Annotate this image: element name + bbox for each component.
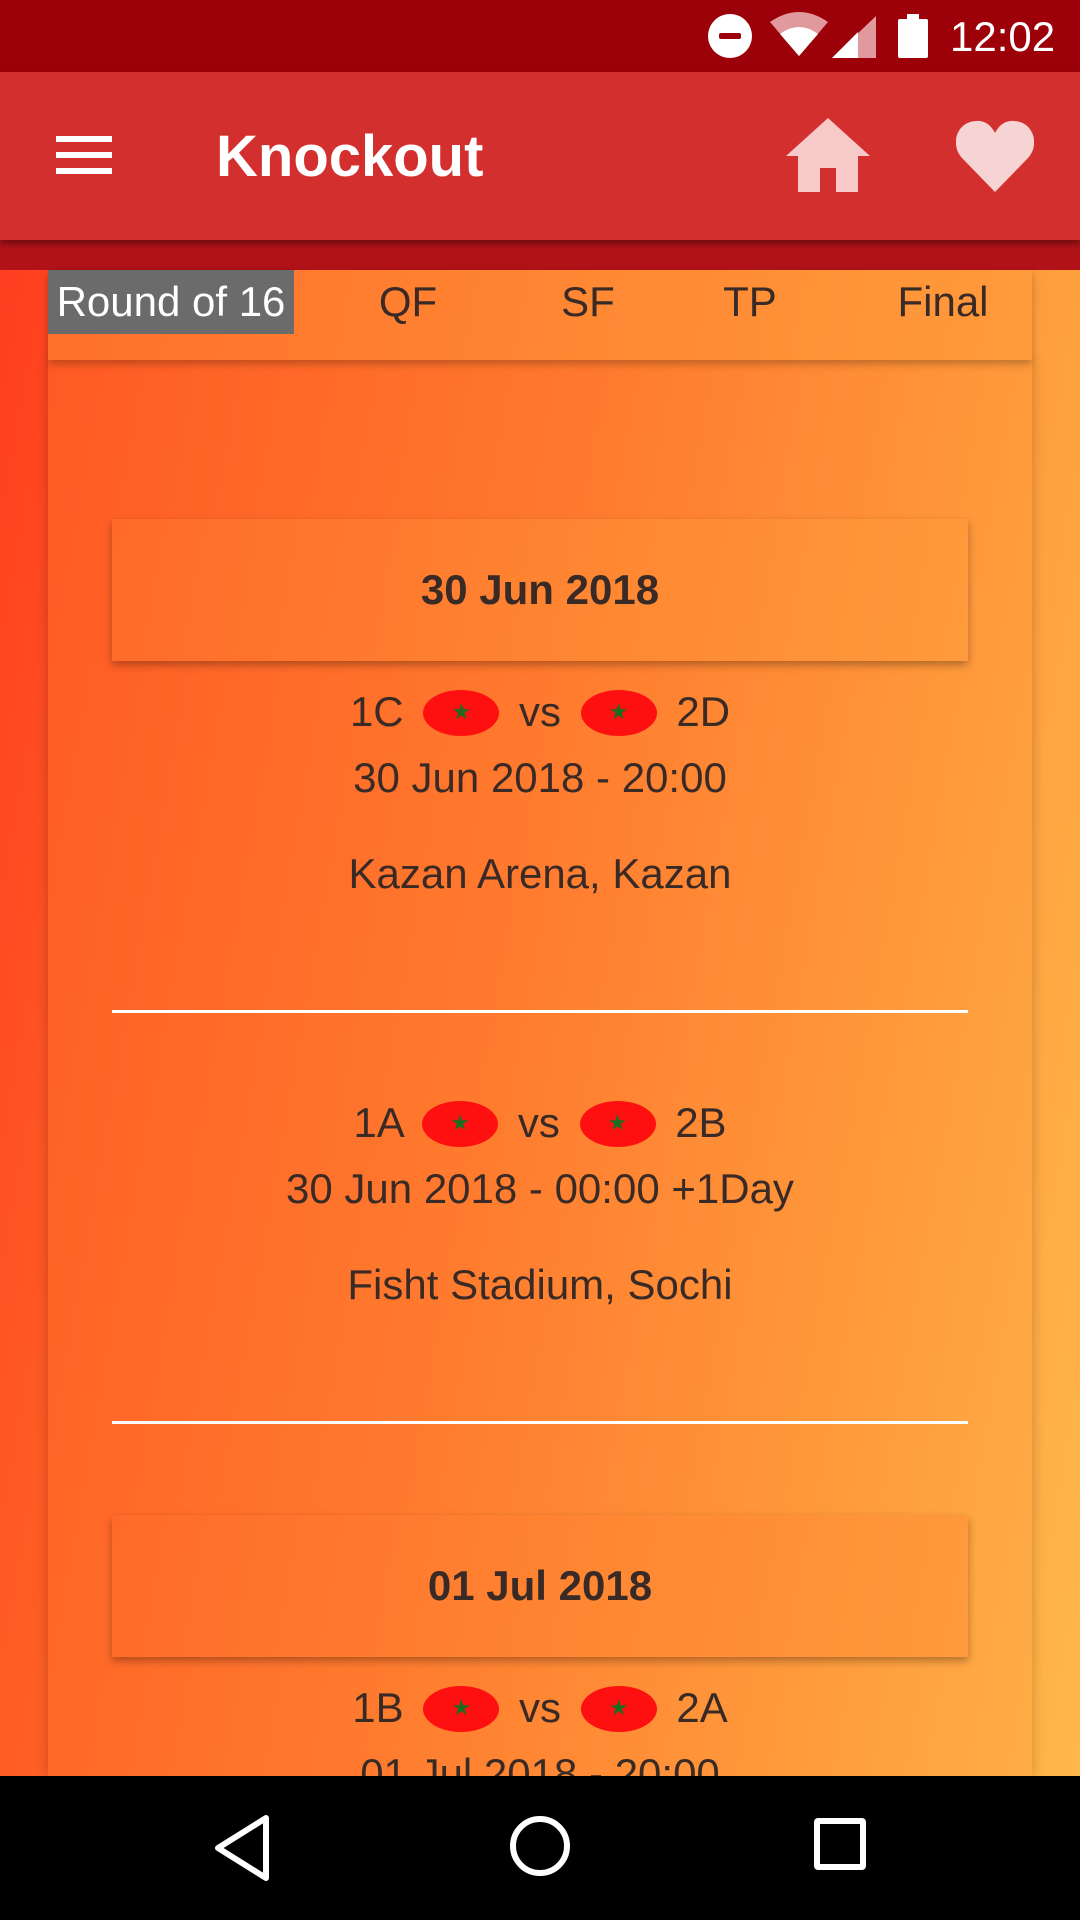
recents-icon[interactable] [814,1818,866,1870]
wifi-icon [770,12,828,56]
app-bar-shadow [0,240,1080,270]
flag-icon [580,689,657,736]
flag-icon [423,1685,500,1732]
flag-icon [423,689,500,736]
match-teams[interactable]: 1A vs 2B [48,1097,1032,1149]
home-team: 1C [349,688,404,735]
page-title: Knockout [216,124,484,189]
tab-qf[interactable]: QF [348,270,468,334]
date-header: 30 Jun 2018 [112,519,968,661]
home-team: 1B [352,1684,404,1731]
flag-icon [422,1100,499,1147]
status-time: 12:02 [950,13,1056,60]
match-venue: Fisht Stadium, Sochi [347,1261,733,1308]
tab-sf[interactable]: SF [528,270,648,334]
match-teams[interactable]: 1B vs 2A [48,1682,1032,1734]
menu-icon[interactable] [56,134,112,176]
tab-final[interactable]: Final [858,270,1028,334]
circle-home-icon[interactable] [510,1816,570,1876]
match-venue: Kazan Arena, Kazan [348,850,732,897]
do-not-disturb-icon [708,14,752,58]
divider [112,1010,968,1013]
vs-label: vs [517,1099,560,1146]
status-bar: 12:02 [0,0,1080,72]
divider [112,1421,968,1424]
round-tabs: Round of 16 QF SF TP Final [48,270,1032,360]
tab-tp[interactable]: TP [688,270,812,334]
match-datetime: 01 Jul 2018 - 20:00 [360,1750,720,1776]
battery-icon [898,14,928,58]
away-team: 2B [675,1099,727,1146]
away-team: 2D [676,688,731,735]
away-team: 2A [676,1684,728,1731]
date-header: 01 Jul 2018 [112,1515,968,1657]
flag-icon [580,1685,657,1732]
match-list-card: 30 Jun 2018 1C vs 2D 30 Jun 2018 - 20:00… [48,360,1032,1776]
back-icon[interactable] [212,1814,272,1882]
date-header-label: 01 Jul 2018 [427,1562,653,1609]
flag-icon [579,1100,656,1147]
home-team: 1A [353,1099,403,1146]
vs-label: vs [519,1684,561,1731]
match-datetime: 30 Jun 2018 - 00:00 +1Day [286,1165,794,1212]
cell-signal-icon [832,16,876,58]
tab-round-of-16[interactable]: Round of 16 [48,270,294,334]
match-datetime: 30 Jun 2018 - 20:00 [353,754,727,801]
app-bar: Knockout [0,72,1080,240]
system-nav-bar [0,1776,1080,1920]
home-icon[interactable] [786,118,870,192]
vs-label: vs [519,688,561,735]
match-teams[interactable]: 1C vs 2D [48,686,1032,738]
date-header-label: 30 Jun 2018 [420,566,660,613]
heart-icon[interactable] [956,120,1034,192]
